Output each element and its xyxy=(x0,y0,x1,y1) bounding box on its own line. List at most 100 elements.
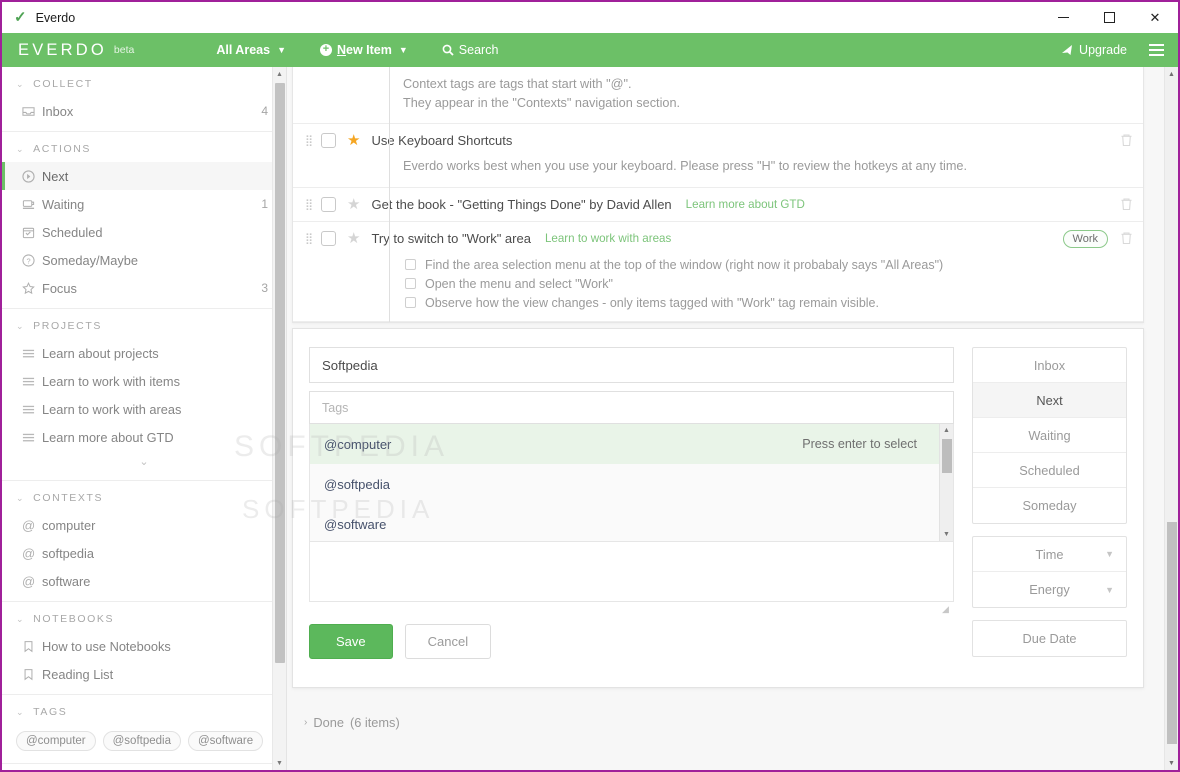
delete-icon[interactable] xyxy=(1120,231,1133,247)
sidebar-scroll-down-icon[interactable]: ▼ xyxy=(273,756,286,770)
sidebar-group-actions: ⌄ ACTIONS Next Waiting 1 Scheduled? Someday/Ma… xyxy=(2,132,286,309)
list-icon xyxy=(22,431,42,444)
sidebar-group-header-actions[interactable]: ⌄ ACTIONS xyxy=(2,132,286,162)
sidebar-scroll-thumb[interactable] xyxy=(275,83,285,663)
task-checkbox[interactable] xyxy=(321,133,336,148)
done-section-toggle[interactable]: › Done (6 items) xyxy=(292,703,1144,730)
sidebar-item-software[interactable]: @ software xyxy=(2,567,286,595)
drag-handle-icon[interactable]: ⣿ xyxy=(305,199,321,210)
editor-btn-energy[interactable]: Energy ▼ xyxy=(973,572,1126,607)
subtask-item[interactable]: Find the area selection menu at the top … xyxy=(389,255,1143,274)
task-main-row[interactable]: ⣿ ★ Get the book - "Getting Things Done" b… xyxy=(293,188,1143,221)
tag-chip[interactable]: @softpedia xyxy=(102,731,181,751)
editor-btn-time[interactable]: Time ▼ xyxy=(973,537,1126,572)
suggestions-scroll-down-icon[interactable]: ▼ xyxy=(940,528,953,541)
editor-btn-label: Waiting xyxy=(1028,427,1071,443)
meta-selector: Time ▼ Energy ▼ xyxy=(972,536,1127,608)
subtask-checkbox[interactable] xyxy=(405,278,416,289)
sidebar-item-learn-to-work-with-areas[interactable]: Learn to work with areas xyxy=(2,395,286,423)
main-scroll-thumb[interactable] xyxy=(1167,522,1177,744)
task-main-row[interactable]: ⣿ ★ Try to switch to "Work" area Learn to w… xyxy=(293,222,1143,255)
editor-btn-scheduled[interactable]: Scheduled xyxy=(973,453,1126,488)
focus-star-icon[interactable]: ★ xyxy=(347,231,360,246)
suggestions-scroll-up-icon[interactable]: ▲ xyxy=(940,424,953,437)
editor-btn-waiting[interactable]: Waiting xyxy=(973,418,1126,453)
delete-icon[interactable] xyxy=(1120,197,1133,213)
sidebar-item-computer[interactable]: @ computer xyxy=(2,511,286,539)
item-notes-textarea[interactable] xyxy=(309,542,954,602)
sidebar-item-learn-to-work-with-items[interactable]: Learn to work with items xyxy=(2,367,286,395)
task-title: Try to switch to "Work" area xyxy=(371,231,531,246)
task-main-row[interactable]: ⣿ ★ Use Keyboard Shortcuts xyxy=(293,124,1143,157)
sidebar-scrollbar[interactable]: ▲ ▼ xyxy=(272,67,286,770)
editor-btn-next[interactable]: Next xyxy=(973,383,1126,418)
sidebar-item-inbox[interactable]: Inbox 4 xyxy=(2,97,286,125)
sidebar-item-learn-more-about-gtd[interactable]: Learn more about GTD xyxy=(2,423,286,451)
editor-btn-label: Due Date xyxy=(1022,631,1077,646)
sidebar-item-learn-about-projects[interactable]: Learn about projects xyxy=(2,339,286,367)
window-titlebar: ✓ Everdo ✕ xyxy=(2,2,1178,33)
sidebar-item-next[interactable]: Next xyxy=(2,162,286,190)
maximize-button[interactable] xyxy=(1086,2,1132,33)
drag-handle-icon[interactable]: ⣿ xyxy=(305,233,321,244)
sidebar-item-waiting[interactable]: Waiting 1 xyxy=(2,190,286,218)
sidebar-expand-projects[interactable]: ⌄ xyxy=(2,451,286,474)
new-item-button[interactable]: + New Item ▼ xyxy=(319,43,408,57)
subtask-checkbox[interactable] xyxy=(405,297,416,308)
main-scrollbar[interactable]: ▲ ▼ xyxy=(1164,67,1178,770)
editor-btn-inbox[interactable]: Inbox xyxy=(973,348,1126,383)
tags-input[interactable] xyxy=(309,391,954,424)
at-icon: @ xyxy=(22,517,36,533)
task-checkbox[interactable] xyxy=(321,197,336,212)
suggestions-scroll-thumb[interactable] xyxy=(942,439,952,473)
new-item-label: New Item xyxy=(336,43,392,57)
sidebar-item-label: softpedia xyxy=(42,545,94,561)
delete-icon[interactable] xyxy=(1120,133,1133,149)
sidebar-item-focus[interactable]: Focus 3 xyxy=(2,274,286,302)
tag-suggestion-item[interactable]: @software xyxy=(310,504,953,541)
subtask-checkbox[interactable] xyxy=(405,259,416,270)
sidebar-group-header-notebooks[interactable]: ⌄ NOTEBOOKS xyxy=(2,602,286,632)
focus-star-icon[interactable]: ★ xyxy=(347,197,360,212)
upgrade-button[interactable]: Upgrade xyxy=(1061,43,1127,57)
tag-suggestion-item[interactable]: @softpedia xyxy=(310,464,953,504)
sidebar-group-header-projects[interactable]: ⌄ PROJECTS xyxy=(2,309,286,339)
minimize-button[interactable] xyxy=(1040,2,1086,33)
main-scroll-down-icon[interactable]: ▼ xyxy=(1165,756,1178,770)
editor-btn-due-date[interactable]: Due Date xyxy=(973,621,1126,656)
main-menu-button[interactable] xyxy=(1149,44,1164,56)
sidebar-item-scheduled[interactable]: Scheduled xyxy=(2,218,286,246)
save-button[interactable]: Save xyxy=(309,624,393,659)
textarea-resize-handle[interactable]: ◢ xyxy=(942,605,951,614)
sidebar-group-header-collect[interactable]: ⌄ COLLECT xyxy=(2,67,286,97)
sidebar-group-title: TAGS xyxy=(33,706,68,718)
item-title-input[interactable] xyxy=(309,347,954,383)
area-selector[interactable]: All Areas ▼ xyxy=(216,43,286,57)
close-button[interactable]: ✕ xyxy=(1132,2,1178,33)
subtask-item[interactable]: Open the menu and select "Work" xyxy=(389,274,1143,293)
sidebar-item-label: software xyxy=(42,573,91,589)
drag-handle-icon[interactable]: ⣿ xyxy=(305,135,321,146)
subtask-item[interactable]: Observe how the view changes - only item… xyxy=(389,293,1143,312)
cancel-button[interactable]: Cancel xyxy=(404,624,492,659)
done-count: (6 items) xyxy=(349,715,400,730)
tag-suggestion-item[interactable]: @computer Press enter to select xyxy=(310,424,953,464)
sidebar-group-header-contexts[interactable]: ⌄ CONTEXTS xyxy=(2,481,286,511)
sidebar-item-someday-maybe[interactable]: ? Someday/Maybe xyxy=(2,246,286,274)
sidebar-item-reading-list[interactable]: Reading List xyxy=(2,660,286,688)
focus-star-icon[interactable]: ★ xyxy=(347,133,360,148)
sidebar-item-softpedia[interactable]: @ softpedia xyxy=(2,539,286,567)
editor-btn-someday[interactable]: Someday xyxy=(973,488,1126,523)
tag-chip[interactable]: @computer xyxy=(16,731,96,751)
task-link[interactable]: Learn to work with areas xyxy=(545,232,671,245)
search-button[interactable]: Search xyxy=(442,43,498,57)
sidebar-group-header-tags[interactable]: ⌄ TAGS xyxy=(2,695,286,725)
tag-chip[interactable]: @software xyxy=(187,731,264,751)
main-scroll-up-icon[interactable]: ▲ xyxy=(1165,67,1178,81)
task-link[interactable]: Learn more about GTD xyxy=(686,198,805,211)
suggestions-scrollbar[interactable]: ▲ ▼ xyxy=(939,424,953,541)
sidebar-item-how-to-use-notebooks[interactable]: How to use Notebooks xyxy=(2,632,286,660)
bookmark-icon xyxy=(22,668,42,681)
task-checkbox[interactable] xyxy=(321,231,336,246)
sidebar-scroll-up-icon[interactable]: ▲ xyxy=(273,67,286,81)
